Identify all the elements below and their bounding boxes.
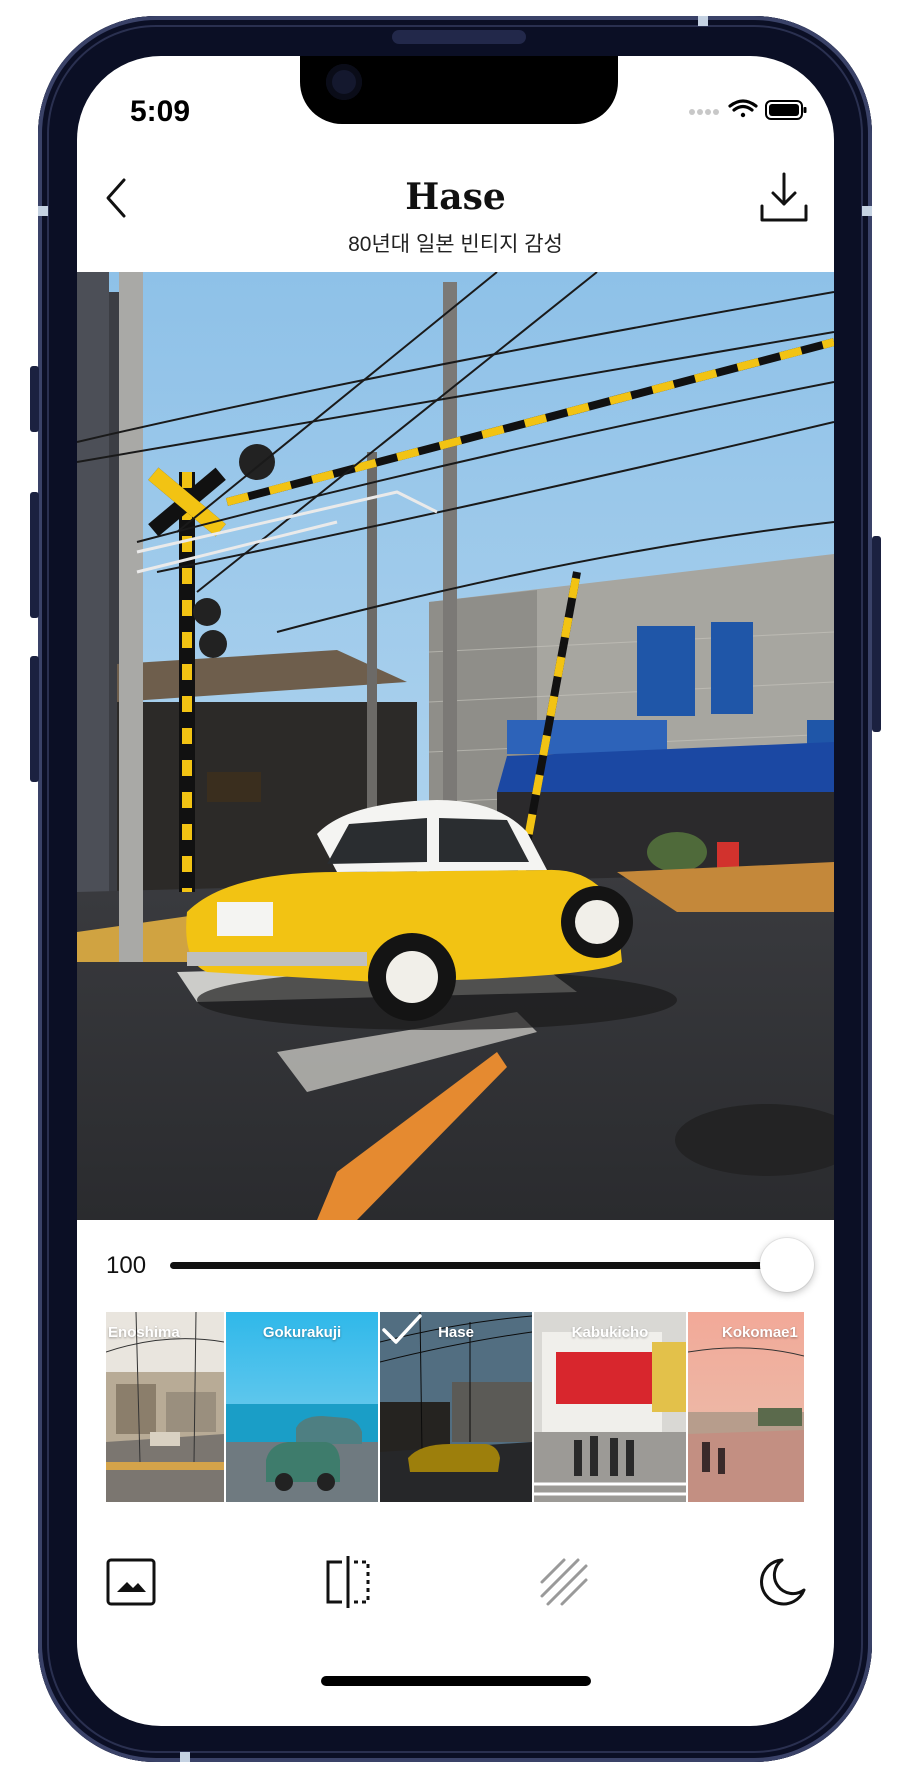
front-camera [326, 64, 362, 100]
antenna-band [180, 1752, 190, 1762]
intensity-value: 100 [106, 1252, 147, 1279]
filter-label: Gokurakuji [262, 1324, 342, 1341]
download-icon[interactable] [758, 170, 810, 224]
antenna-band [698, 16, 708, 26]
filter-thumb-hase[interactable]: Hase [380, 1312, 532, 1502]
intensity-slider-knob[interactable] [760, 1238, 814, 1292]
mute-switch [30, 366, 39, 432]
volume-up-button [30, 492, 39, 618]
filter-label: Enoshima [108, 1324, 180, 1341]
preview-photo [77, 272, 834, 1220]
home-indicator[interactable] [321, 1676, 591, 1686]
antenna-band [862, 206, 872, 216]
antenna-band [38, 206, 48, 216]
speaker-grille [392, 30, 526, 44]
street-scene-illustration [77, 272, 834, 1220]
filter-thumb-kabukicho[interactable]: Kabukicho [534, 1312, 686, 1502]
filter-label: Kabukicho [571, 1324, 649, 1341]
battery-icon [765, 100, 807, 120]
wifi-icon [728, 99, 758, 118]
intensity-slider-track[interactable] [170, 1262, 782, 1269]
grain-texture-icon[interactable] [536, 1554, 592, 1610]
status-icons [689, 99, 807, 120]
filter-thumb-kokomae1[interactable]: Kokomae1 [688, 1312, 804, 1502]
image-icon[interactable] [104, 1554, 160, 1610]
filter-label: Kokomae1 [722, 1324, 798, 1341]
volume-down-button [30, 656, 39, 782]
night-moon-icon[interactable] [752, 1554, 808, 1610]
status-time: 5:09 [130, 95, 191, 128]
filter-title: Hase [405, 176, 506, 218]
signal-icon [689, 109, 719, 115]
filter-subtitle: 80년대 일본 빈티지 감성 [348, 233, 563, 256]
filter-thumb-enoshima[interactable]: Enoshima [106, 1312, 224, 1502]
selected-check-icon [382, 1314, 422, 1344]
compare-split-icon[interactable] [320, 1554, 376, 1610]
filter-strip[interactable]: Enoshima Gokurakuji Hase Kabukicho Kokom… [106, 1312, 804, 1502]
back-chevron-icon[interactable] [102, 176, 132, 220]
side-button [872, 536, 881, 732]
filter-thumb-gokurakuji[interactable]: Gokurakuji [226, 1312, 378, 1502]
